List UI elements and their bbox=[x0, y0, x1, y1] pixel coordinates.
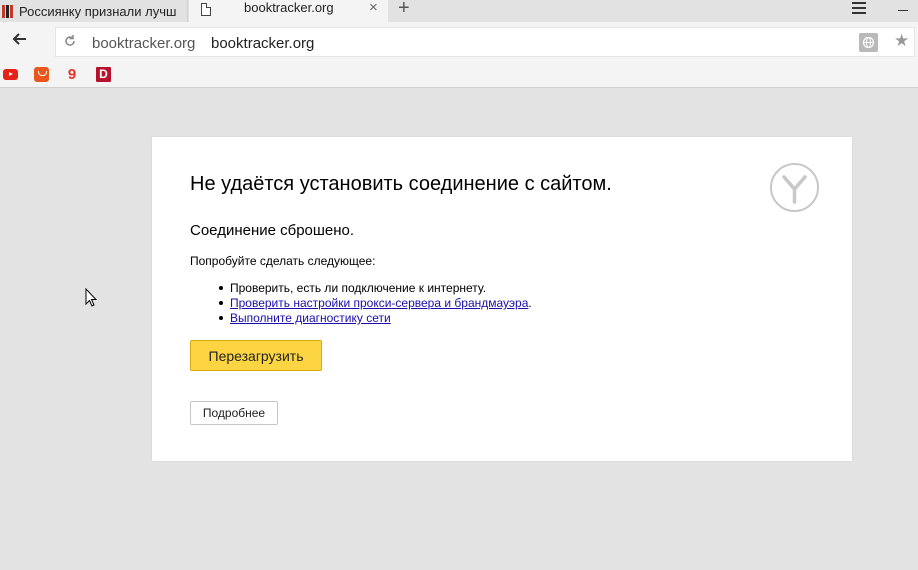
list-item: Проверить настройки прокси-сервера и бра… bbox=[219, 296, 532, 311]
reload-icon[interactable] bbox=[64, 34, 76, 51]
yandex-browser-logo-icon bbox=[770, 163, 819, 212]
aliexpress-icon[interactable] bbox=[34, 67, 49, 82]
address-bar[interactable]: booktracker.org booktracker.org ★ bbox=[55, 27, 915, 57]
news-favicon-icon bbox=[2, 4, 15, 18]
bookmark-star-icon[interactable]: ★ bbox=[894, 31, 909, 51]
tab-bar: Россиянку признали лучш booktracker.org … bbox=[0, 0, 918, 22]
tab-news[interactable]: Россиянку признали лучш bbox=[0, 0, 188, 22]
network-diagnostics-link[interactable]: Выполните диагностику сети bbox=[230, 311, 391, 325]
menu-icon[interactable] bbox=[852, 2, 866, 17]
error-subheading: Соединение сброшено. bbox=[190, 222, 355, 239]
list-item: Проверить, есть ли подключение к интерне… bbox=[219, 281, 532, 296]
toolbar: booktracker.org booktracker.org ★ bbox=[0, 22, 918, 60]
bookmarks-bar: 9 D bbox=[0, 60, 918, 88]
list-item: Выполните диагностику сети bbox=[219, 311, 532, 326]
proxy-settings-link[interactable]: Проверить настройки прокси-сервера и бра… bbox=[230, 296, 528, 310]
close-tab-icon[interactable]: × bbox=[369, 0, 378, 16]
document-icon bbox=[201, 3, 211, 16]
protect-globe-icon[interactable] bbox=[859, 33, 878, 52]
new-tab-button[interactable]: + bbox=[398, 0, 410, 20]
back-arrow-icon[interactable] bbox=[11, 31, 27, 50]
error-heading: Не удаётся установить соединение с сайто… bbox=[190, 173, 612, 195]
address-page-title: booktracker.org bbox=[211, 35, 315, 52]
minimize-icon[interactable] bbox=[898, 10, 908, 11]
suggestion-text: Проверить, есть ли подключение к интерне… bbox=[230, 281, 487, 295]
tab-label: Россиянку признали лучш bbox=[19, 3, 177, 19]
error-card: Не удаётся установить соединение с сайто… bbox=[152, 137, 852, 461]
suggestion-suffix: . bbox=[528, 296, 532, 310]
suggestions-list: Проверить, есть ли подключение к интерне… bbox=[219, 281, 532, 326]
suggestions-title: Попробуйте сделать следующее: bbox=[190, 254, 376, 268]
details-button[interactable]: Подробнее bbox=[190, 401, 278, 425]
mouse-cursor-icon bbox=[85, 287, 98, 312]
tab-booktracker[interactable]: booktracker.org × bbox=[189, 0, 388, 22]
youtube-icon[interactable] bbox=[3, 69, 18, 80]
d-icon[interactable]: D bbox=[96, 67, 111, 82]
tab-label: booktracker.org bbox=[244, 0, 334, 15]
maps-icon[interactable]: 9 bbox=[65, 67, 79, 82]
address-host: booktracker.org bbox=[92, 35, 196, 52]
reload-button[interactable]: Перезагрузить bbox=[190, 340, 322, 371]
